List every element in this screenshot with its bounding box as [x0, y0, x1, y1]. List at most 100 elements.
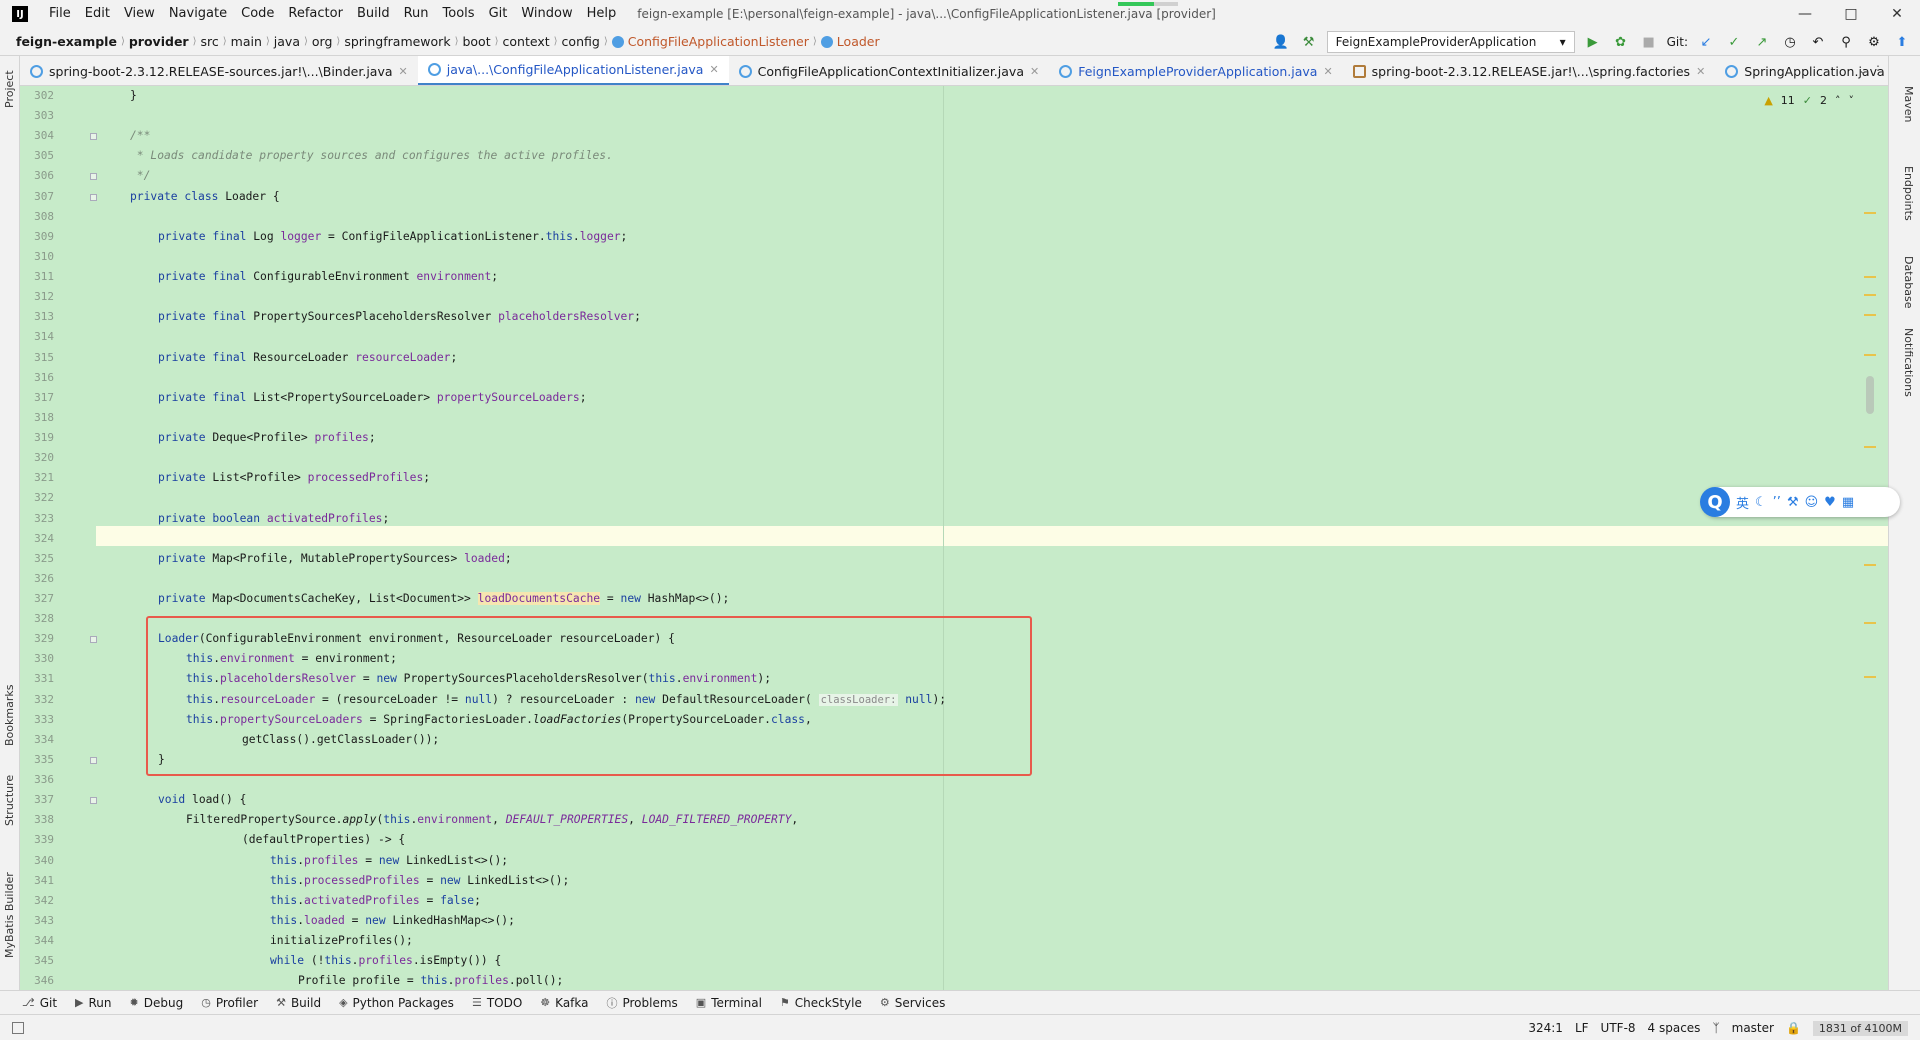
line-number[interactable]: 320	[24, 451, 54, 464]
line-number[interactable]: 323	[24, 512, 54, 525]
line-number[interactable]: 338	[24, 813, 54, 826]
toolwindow-services[interactable]: ⚙ Services	[880, 996, 945, 1010]
git-push-icon[interactable]: ↗	[1752, 32, 1772, 52]
maximize-button[interactable]: □	[1828, 0, 1874, 28]
line-number[interactable]: 309	[24, 230, 54, 243]
stripe-mark[interactable]	[1864, 564, 1876, 566]
menu-navigate[interactable]: Navigate	[162, 0, 234, 28]
editor-tab[interactable]: FeignExampleProviderApplication.java ✕	[1049, 56, 1342, 85]
line-number-gutter[interactable]: 302 303 304 305 306 307 308 309 310 311 312 313 314 3…	[20, 86, 97, 990]
fold-toggle-icon[interactable]	[90, 756, 97, 764]
tool-maven[interactable]: Maven	[1902, 86, 1915, 122]
run-config-select[interactable]: FeignExampleProviderApplication ▾	[1326, 31, 1575, 53]
close-tab-icon[interactable]: ✕	[709, 63, 718, 76]
breadcrumb-item[interactable]: main	[227, 34, 266, 49]
line-number[interactable]: 307	[24, 190, 54, 203]
stripe-mark[interactable]	[1864, 276, 1876, 278]
moon-icon[interactable]: ☾	[1755, 495, 1767, 510]
toolwindow-git[interactable]: ⎇ Git	[22, 996, 57, 1010]
debug-icon[interactable]: ✿	[1611, 32, 1631, 52]
stripe-mark[interactable]	[1864, 676, 1876, 678]
git-branch[interactable]: master	[1732, 1021, 1774, 1035]
code-line[interactable]: */	[130, 166, 151, 186]
stripe-mark[interactable]	[1864, 294, 1876, 296]
editor-tab[interactable]: java\...\ConfigFileApplicationListener.j…	[417, 56, 729, 85]
rollback-icon[interactable]: ↶	[1808, 32, 1828, 52]
code-line[interactable]: FilteredPropertySource.apply(this.enviro…	[186, 810, 798, 830]
code-line[interactable]: private Deque<Profile> profiles;	[158, 428, 376, 448]
toolwindow-problems[interactable]: ⓘ Problems	[606, 995, 677, 1011]
minimize-button[interactable]: —	[1782, 0, 1828, 28]
code-line[interactable]: }	[130, 86, 137, 106]
code-line[interactable]: this.activatedProfiles = false;	[270, 891, 481, 911]
close-tab-icon[interactable]: ✕	[1696, 65, 1705, 78]
line-number[interactable]: 321	[24, 471, 54, 484]
code-line[interactable]: this.profiles = new LinkedList<>();	[270, 851, 508, 871]
caret-position[interactable]: 324:1	[1528, 1021, 1563, 1035]
search-icon[interactable]: ⚲	[1836, 32, 1856, 52]
chevron-up-icon[interactable]: ˄	[1835, 94, 1841, 107]
ide-update-icon[interactable]: ⬆	[1892, 32, 1912, 52]
breadcrumb-item[interactable]: src	[197, 34, 223, 49]
line-number[interactable]: 304	[24, 129, 54, 142]
toolwindow-profiler[interactable]: ◷ Profiler	[201, 996, 258, 1010]
code-line[interactable]: private boolean activatedProfiles;	[158, 509, 389, 529]
line-number[interactable]: 310	[24, 250, 54, 263]
line-number[interactable]: 316	[24, 371, 54, 384]
history-icon[interactable]: ◷	[1780, 32, 1800, 52]
inspection-widget[interactable]: ▲ 11 ✓ 2 ˄ ˅	[1764, 94, 1854, 107]
grid-menu-icon[interactable]: ▦	[1842, 495, 1854, 510]
menu-build[interactable]: Build	[350, 0, 397, 28]
line-number[interactable]: 327	[24, 592, 54, 605]
line-number[interactable]: 306	[24, 169, 54, 182]
line-number[interactable]: 339	[24, 833, 54, 846]
scrollbar-thumb[interactable]	[1866, 376, 1874, 414]
line-number[interactable]: 305	[24, 149, 54, 162]
code-line[interactable]: /**	[130, 126, 150, 146]
tool-project[interactable]: Project	[3, 70, 16, 108]
line-number[interactable]: 324	[24, 532, 54, 545]
emoji-icon[interactable]: ☺	[1805, 495, 1819, 510]
code-line[interactable]: * Loads candidate property sources and c…	[130, 146, 613, 166]
file-encoding[interactable]: UTF-8	[1601, 1021, 1636, 1035]
ime-logo-icon[interactable]: Q	[1700, 487, 1730, 517]
breadcrumb-item[interactable]: feign-example	[12, 34, 121, 49]
line-number[interactable]: 322	[24, 491, 54, 504]
code-line[interactable]: while (!this.profiles.isEmpty()) {	[270, 951, 501, 971]
code-line[interactable]: initializeProfiles();	[270, 931, 413, 951]
code-line[interactable]: private final List<PropertySourceLoader>…	[158, 388, 587, 408]
code-line[interactable]: private final Log logger = ConfigFileApp…	[158, 227, 627, 247]
memory-indicator[interactable]: 1831 of 4100M	[1812, 1020, 1908, 1036]
toolwindow-checkstyle[interactable]: ⚑ CheckStyle	[780, 996, 862, 1010]
menu-code[interactable]: Code	[234, 0, 281, 28]
menu-tools[interactable]: Tools	[436, 0, 482, 28]
close-tab-icon[interactable]: ✕	[1030, 65, 1039, 78]
line-number[interactable]: 319	[24, 431, 54, 444]
line-number[interactable]: 345	[24, 954, 54, 967]
close-tab-icon[interactable]: ✕	[399, 65, 408, 78]
intellij-logo-icon[interactable]: IJ	[12, 6, 28, 22]
ime-language-toggle[interactable]: 英	[1736, 493, 1749, 512]
code-editor[interactable]: 302 303 304 305 306 307 308 309 310 311 312 313 314 3…	[20, 86, 1888, 990]
tabs-overflow-chevron-icon[interactable]: ⌄ ⋮	[1858, 63, 1884, 77]
tool-bookmarks[interactable]: Bookmarks	[3, 685, 16, 746]
line-number[interactable]: 342	[24, 894, 54, 907]
ime-toolbar[interactable]: Q 英 ☾ ’’ ⚒ ☺ ♥ ▦	[1700, 487, 1900, 517]
toolwindow-debug[interactable]: ✹ Debug	[130, 996, 184, 1010]
stripe-mark[interactable]	[1864, 314, 1876, 316]
line-number[interactable]: 340	[24, 854, 54, 867]
line-number[interactable]: 318	[24, 411, 54, 424]
line-number[interactable]: 332	[24, 693, 54, 706]
menu-file[interactable]: File	[42, 0, 78, 28]
breadcrumb-item[interactable]: config	[558, 34, 604, 49]
tool-database[interactable]: Database	[1902, 256, 1915, 309]
git-commit-icon[interactable]: ✓	[1724, 32, 1744, 52]
line-number[interactable]: 337	[24, 793, 54, 806]
line-number[interactable]: 302	[24, 89, 54, 102]
code-line[interactable]: private final PropertySourcesPlaceholder…	[158, 307, 641, 327]
line-number[interactable]: 341	[24, 874, 54, 887]
toolwindow-python-packages[interactable]: ◈ Python Packages	[339, 996, 454, 1010]
line-number[interactable]: 314	[24, 330, 54, 343]
breadcrumb-item[interactable]: springframework	[340, 34, 454, 49]
code-line[interactable]: private final ConfigurableEnvironment en…	[158, 267, 498, 287]
